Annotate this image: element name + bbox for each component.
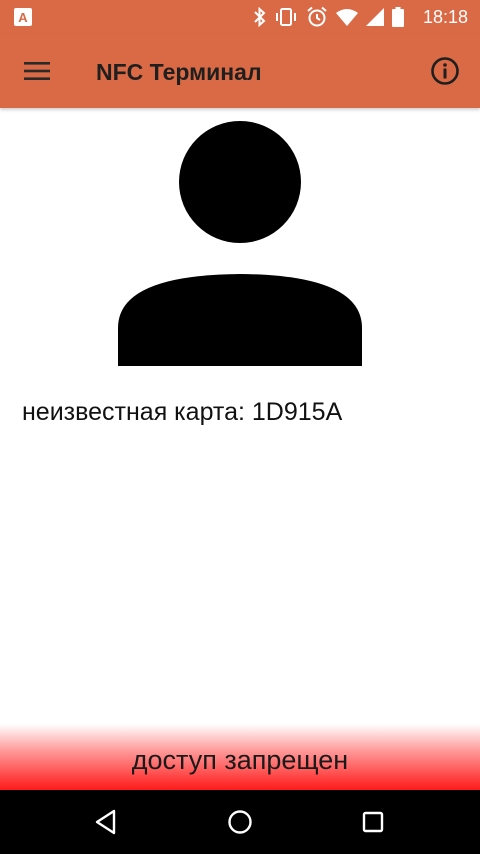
system-nav-bar xyxy=(0,790,480,854)
status-bar: A 18:18 xyxy=(0,0,480,34)
card-status-text: неизвестная карта: 1D915A xyxy=(22,398,343,426)
svg-text:A: A xyxy=(18,10,28,25)
status-icons xyxy=(254,6,404,28)
info-button[interactable] xyxy=(424,50,466,92)
menu-icon xyxy=(24,62,50,80)
recents-icon xyxy=(362,811,384,833)
app-bar: NFC Терминал xyxy=(0,34,480,108)
person-icon xyxy=(118,121,362,366)
bluetooth-icon xyxy=(254,7,266,27)
access-status-text: доступ запрещен xyxy=(131,745,349,775)
info-icon xyxy=(431,57,459,85)
menu-button[interactable] xyxy=(14,50,60,92)
cell-signal-icon xyxy=(366,8,384,26)
home-button[interactable] xyxy=(220,802,260,842)
wifi-icon xyxy=(336,9,358,26)
recents-button[interactable] xyxy=(353,802,393,842)
app-title: NFC Терминал xyxy=(96,59,262,85)
vibrate-icon xyxy=(276,8,296,26)
back-icon xyxy=(95,809,116,835)
back-button[interactable] xyxy=(86,802,126,842)
home-icon xyxy=(228,810,252,834)
app-notification-icon: A xyxy=(14,8,32,26)
battery-icon xyxy=(392,7,404,27)
alarm-icon xyxy=(307,6,327,27)
access-status-banner: доступ запрещен xyxy=(0,724,480,790)
status-time: 18:18 xyxy=(422,7,468,27)
